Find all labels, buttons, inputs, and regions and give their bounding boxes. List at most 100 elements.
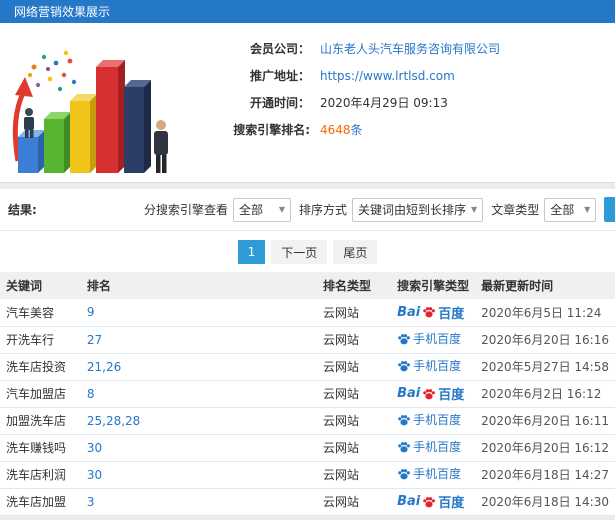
keyword-cell: 洗车店利润 (0, 461, 81, 489)
col-header-rank-type: 排名类型 (322, 279, 371, 293)
rank-link[interactable]: 9 (80, 299, 317, 327)
page-header: 网络营销效果展示 (0, 0, 615, 23)
paw-icon (397, 467, 411, 481)
rank-type-cell: 云网站 (316, 407, 392, 435)
mobile-baidu-logo: 手机百度 (397, 330, 461, 347)
article-type-select[interactable]: 全部 ▼ (544, 197, 597, 222)
table-row: 开洗车行 27 云网站 手机百度 2020年6月20日 16:16 (0, 326, 615, 354)
chevron-down-icon: ▼ (278, 205, 286, 214)
rank-count-label: 搜索引擎排名: (233, 123, 310, 137)
table-row: 洗车赚钱吗 30 云网站 手机百度 2020年6月20日 16:12 (0, 434, 615, 462)
table-row: 洗车店投资 21,26 云网站 手机百度 2020年5月27日 14:58 (0, 353, 615, 381)
article-type-select-value: 全部 (550, 203, 575, 217)
sort-select[interactable]: 关键词由短到长排序 ▼ (352, 197, 484, 222)
filter-bar: 结果: 分搜索引擎查看 全部 ▼ 排序方式 关键词由短到长排序 ▼ 文章类型 全… (0, 189, 615, 231)
submit-button[interactable]: 提交 (604, 197, 615, 222)
col-header-rank: 排名 (86, 279, 111, 293)
mobile-baidu-logo: 手机百度 (397, 411, 461, 428)
rank-type-cell: 云网站 (316, 299, 392, 327)
keyword-rank-table: 关键词 排名 排名类型 搜索引擎类型 最新更新时间 汽车美容 9 云网站 Bai… (0, 272, 615, 516)
keyword-cell: 洗车店投资 (0, 353, 81, 381)
bar-chart-illustration (4, 27, 176, 180)
updated-cell: 2020年6月20日 16:11 (475, 407, 615, 435)
info-row-url: 推广地址： https://www.lrtlsd.com (180, 62, 615, 89)
open-time-label: 开通时间： (249, 96, 310, 110)
page-last-button[interactable]: 尾页 (333, 240, 378, 264)
type-filter-label: 文章类型 (491, 203, 540, 217)
mobile-baidu-logo: 手机百度 (397, 465, 461, 482)
baidu-logo: Bai 百度 (397, 304, 465, 322)
engine-select-value: 全部 (239, 203, 264, 217)
paw-icon (422, 387, 436, 401)
updated-cell: 2020年5月27日 14:58 (475, 353, 615, 381)
table-header-row: 关键词 排名 排名类型 搜索引擎类型 最新更新时间 (0, 272, 615, 299)
promo-url-link[interactable]: https://www.lrtlsd.com (320, 69, 455, 83)
keyword-cell: 洗车赚钱吗 (0, 434, 81, 462)
sort-filter-label: 排序方式 (299, 203, 348, 217)
rank-link[interactable]: 3 (80, 488, 317, 516)
paw-icon (397, 332, 411, 346)
table-row: 洗车店加盟 3 云网站 Bai 百度 2020年6月18日 14:30 (0, 488, 615, 516)
updated-cell: 2020年6月20日 16:12 (475, 434, 615, 462)
sort-select-value: 关键词由短到长排序 (358, 203, 467, 217)
keyword-cell: 洗车店加盟 (0, 488, 81, 516)
table-row: 汽车加盟店 8 云网站 Bai 百度 2020年6月2日 16:12 (0, 380, 615, 408)
keyword-cell: 汽车美容 (0, 299, 81, 327)
rank-link[interactable]: 30 (80, 461, 317, 489)
rank-type-cell: 云网站 (316, 434, 392, 462)
info-row-rank-count: 搜索引擎排名: 4648条 (180, 116, 615, 143)
company-link[interactable]: 山东老人头汽车服务咨询有限公司 (320, 40, 500, 57)
info-row-company: 会员公司： 山东老人头汽车服务咨询有限公司 (180, 35, 615, 62)
baidu-logo: Bai 百度 (397, 494, 465, 511)
rank-type-cell: 云网站 (316, 461, 392, 489)
keyword-cell: 汽车加盟店 (0, 380, 81, 408)
rank-count-unit: 条 (350, 123, 363, 137)
updated-cell: 2020年6月18日 14:27 (475, 461, 615, 489)
paw-icon (422, 495, 436, 509)
col-header-keyword: 关键词 (6, 279, 43, 293)
table-row: 汽车美容 9 云网站 Bai 百度 2020年6月5日 11:24 (0, 299, 615, 327)
updated-cell: 2020年6月5日 11:24 (475, 299, 615, 327)
rank-type-cell: 云网站 (316, 488, 392, 516)
rank-link[interactable]: 8 (80, 380, 317, 408)
engine-filter-label: 分搜索引擎查看 (144, 203, 229, 217)
rank-type-cell: 云网站 (316, 380, 392, 408)
page-next-button[interactable]: 下一页 (271, 240, 328, 264)
paw-icon (422, 305, 436, 319)
rank-type-cell: 云网站 (316, 353, 392, 381)
results-section: 结果: 分搜索引擎查看 全部 ▼ 排序方式 关键词由短到长排序 ▼ 文章类型 全… (0, 189, 615, 516)
member-info-panel: 会员公司： 山东老人头汽车服务咨询有限公司 推广地址： https://www.… (0, 23, 615, 183)
rank-type-cell: 云网站 (316, 326, 392, 354)
paw-icon (397, 413, 411, 427)
chevron-down-icon: ▼ (584, 205, 591, 214)
company-label: 会员公司： (249, 42, 310, 56)
chevron-down-icon: ▼ (471, 205, 478, 214)
mobile-baidu-logo: 手机百度 (397, 357, 461, 374)
col-header-updated: 最新更新时间 (481, 279, 554, 293)
table-row: 洗车店利润 30 云网站 手机百度 2020年6月18日 14:27 (0, 461, 615, 489)
info-row-open-time: 开通时间： 2020年4月29日 09:13 (180, 89, 615, 116)
baidu-logo: Bai 百度 (397, 386, 465, 403)
member-info: 会员公司： 山东老人头汽车服务咨询有限公司 推广地址： https://www.… (180, 23, 615, 143)
rank-link[interactable]: 27 (80, 326, 317, 354)
page-title: 网络营销效果展示 (14, 5, 111, 19)
rank-link[interactable]: 30 (80, 434, 317, 462)
promo-url-label: 推广地址： (249, 69, 310, 83)
rank-link[interactable]: 25,28,28 (80, 407, 317, 435)
paw-icon (397, 440, 411, 454)
table-row: 加盟洗车店 25,28,28 云网站 手机百度 2020年6月20日 16:11 (0, 407, 615, 435)
keyword-cell: 加盟洗车店 (0, 407, 81, 435)
engine-select[interactable]: 全部 ▼ (233, 197, 292, 222)
keyword-cell: 开洗车行 (0, 326, 81, 354)
rank-count-value: 4648条 (320, 121, 363, 138)
page-current[interactable]: 1 (237, 240, 266, 264)
col-header-engine-type: 搜索引擎类型 (397, 279, 470, 293)
pagination: 1 下一页 尾页 (0, 231, 615, 272)
updated-cell: 2020年6月18日 14:30 (475, 488, 615, 516)
updated-cell: 2020年6月20日 16:16 (475, 326, 615, 354)
rank-link[interactable]: 21,26 (80, 353, 317, 381)
updated-cell: 2020年6月2日 16:12 (475, 380, 615, 408)
open-time-value: 2020年4月29日 09:13 (320, 96, 448, 110)
result-label: 结果: (8, 203, 37, 217)
rank-count-number: 4648 (320, 123, 351, 137)
